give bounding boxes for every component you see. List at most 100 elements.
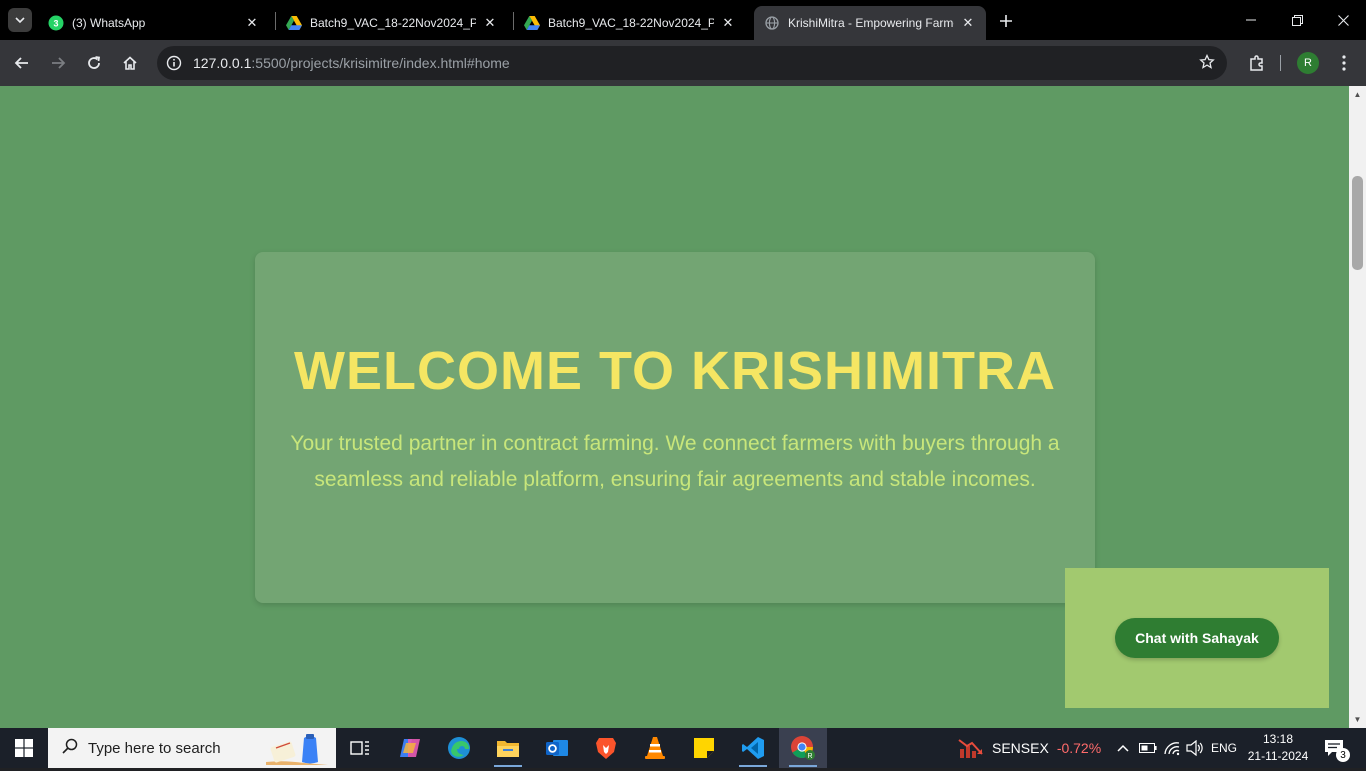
tab-drive-2[interactable]: Batch9_VAC_18-22Nov2024_Pro ✕ bbox=[514, 6, 746, 40]
show-hidden-icons-button[interactable] bbox=[1114, 728, 1132, 768]
extensions-button[interactable] bbox=[1243, 49, 1271, 77]
whatsapp-icon: 3 bbox=[48, 15, 64, 31]
clock-date: 21-11-2024 bbox=[1247, 749, 1309, 763]
chevron-up-icon bbox=[1117, 744, 1129, 752]
windows-taskbar: Type here to search R SENSEX -0.72% ENG … bbox=[0, 728, 1366, 768]
edge-icon bbox=[448, 737, 470, 759]
chat-with-sahayak-button[interactable]: Chat with Sahayak bbox=[1115, 618, 1279, 658]
google-drive-icon bbox=[524, 15, 540, 31]
system-clock[interactable]: 13:18 21-11-2024 bbox=[1244, 731, 1312, 765]
tab-search-button[interactable] bbox=[8, 8, 32, 32]
vscode-icon bbox=[742, 737, 764, 759]
url-text: 127.0.0.1:5500/projects/krisimitre/index… bbox=[193, 55, 510, 71]
wifi-icon[interactable] bbox=[1162, 728, 1182, 768]
restore-icon bbox=[1291, 14, 1303, 26]
address-bar[interactable]: 127.0.0.1:5500/projects/krisimitre/index… bbox=[157, 46, 1227, 80]
svg-text:R: R bbox=[807, 753, 812, 760]
back-button[interactable] bbox=[8, 49, 36, 77]
url-path: :5500/projects/krisimitre/index.html#hom… bbox=[251, 55, 510, 71]
close-icon[interactable]: ✕ bbox=[482, 15, 498, 31]
search-placeholder: Type here to search bbox=[88, 739, 221, 757]
taskbar-edge[interactable] bbox=[435, 728, 483, 768]
chrome-icon: R bbox=[791, 736, 815, 760]
notification-center-button[interactable]: 3 bbox=[1322, 736, 1350, 762]
bookmark-star-icon[interactable] bbox=[1199, 53, 1215, 75]
taskbar-file-explorer[interactable] bbox=[484, 728, 532, 768]
volume-icon[interactable] bbox=[1185, 728, 1205, 768]
globe-icon bbox=[764, 15, 780, 31]
hero-subtitle: Your trusted partner in contract farming… bbox=[290, 432, 1060, 491]
tab-drive-1[interactable]: Batch9_VAC_18-22Nov2024_Pro ✕ bbox=[276, 6, 508, 40]
tab-title: Batch9_VAC_18-22Nov2024_Pro bbox=[548, 16, 714, 30]
file-explorer-icon bbox=[497, 741, 519, 757]
chat-widget: Chat with Sahayak bbox=[1065, 568, 1329, 708]
home-icon bbox=[123, 56, 137, 70]
plus-icon bbox=[1000, 15, 1012, 27]
whatsapp-badge: 3 bbox=[53, 19, 58, 29]
more-vertical-icon bbox=[1342, 55, 1346, 71]
taskbar-copilot[interactable] bbox=[386, 728, 434, 768]
close-window-button[interactable] bbox=[1320, 6, 1366, 34]
taskbar-vlc[interactable] bbox=[631, 728, 679, 768]
scroll-down-arrow-icon[interactable]: ▼ bbox=[1349, 711, 1366, 728]
restore-button[interactable] bbox=[1274, 6, 1320, 34]
task-view-icon bbox=[350, 741, 369, 755]
page-viewport: WELCOME TO KRISHIMITRA Your trusted part… bbox=[0, 86, 1349, 728]
google-drive-icon bbox=[286, 15, 302, 31]
windows-logo-icon bbox=[15, 739, 33, 757]
hero-title: WELCOME TO KRISHIMITRA bbox=[294, 341, 1056, 401]
close-icon[interactable]: ✕ bbox=[720, 15, 736, 31]
vlc-icon bbox=[645, 737, 665, 759]
search-highlight-illustration-icon bbox=[264, 732, 330, 766]
clock-time: 13:18 bbox=[1262, 732, 1294, 746]
hero-card: WELCOME TO KRISHIMITRA Your trusted part… bbox=[255, 252, 1095, 603]
stock-down-chart-icon bbox=[958, 739, 983, 758]
minimize-icon bbox=[1246, 19, 1256, 21]
tab-krishimitra[interactable]: KrishiMitra - Empowering Farme ✕ bbox=[754, 6, 986, 40]
home-button[interactable] bbox=[116, 49, 144, 77]
notification-count-badge: 3 bbox=[1336, 748, 1350, 762]
tab-title: KrishiMitra - Empowering Farme bbox=[788, 16, 954, 30]
scroll-up-arrow-icon[interactable]: ▲ bbox=[1349, 86, 1366, 103]
profile-avatar[interactable]: R bbox=[1297, 52, 1319, 74]
browser-menu-button[interactable] bbox=[1330, 49, 1358, 77]
page-scrollbar[interactable]: ▲ ▼ bbox=[1349, 86, 1366, 728]
minimize-button[interactable] bbox=[1228, 6, 1274, 34]
reload-icon bbox=[88, 56, 101, 69]
sticky-notes-icon bbox=[694, 738, 714, 758]
puzzle-icon bbox=[1250, 55, 1263, 71]
close-icon bbox=[1337, 14, 1349, 26]
tab-title: Batch9_VAC_18-22Nov2024_Pro bbox=[310, 16, 476, 30]
close-icon[interactable]: ✕ bbox=[960, 15, 976, 31]
start-button[interactable] bbox=[0, 728, 48, 768]
browser-toolbar: 127.0.0.1:5500/projects/krisimitre/index… bbox=[0, 40, 1366, 86]
taskbar-outlook[interactable] bbox=[533, 728, 581, 768]
brave-icon bbox=[596, 738, 616, 759]
taskbar-brave[interactable] bbox=[582, 728, 630, 768]
arrow-left-icon bbox=[14, 57, 28, 69]
search-icon bbox=[62, 738, 78, 759]
taskbar-chrome[interactable]: R bbox=[779, 728, 827, 768]
site-info-icon[interactable] bbox=[159, 55, 189, 71]
sensex-widget[interactable]: SENSEX -0.72% bbox=[958, 728, 1101, 768]
close-icon[interactable]: ✕ bbox=[244, 15, 260, 31]
taskbar-vscode[interactable] bbox=[729, 728, 777, 768]
taskbar-task-view[interactable] bbox=[336, 728, 384, 768]
toolbar-divider bbox=[1280, 55, 1281, 71]
sensex-label: SENSEX bbox=[992, 740, 1049, 756]
reload-button[interactable] bbox=[80, 49, 108, 77]
tab-whatsapp[interactable]: 3 (3) WhatsApp ✕ bbox=[38, 6, 270, 40]
url-host: 127.0.0.1 bbox=[193, 55, 252, 71]
new-tab-button[interactable] bbox=[994, 9, 1018, 33]
arrow-right-icon bbox=[52, 57, 66, 69]
language-indicator[interactable]: ENG bbox=[1208, 728, 1240, 768]
chevron-down-icon bbox=[15, 17, 25, 24]
tab-title: (3) WhatsApp bbox=[72, 16, 146, 30]
copilot-icon bbox=[400, 739, 420, 757]
forward-button[interactable] bbox=[44, 49, 72, 77]
scrollbar-thumb[interactable] bbox=[1352, 176, 1363, 270]
taskbar-sticky-notes[interactable] bbox=[680, 728, 728, 768]
battery-icon[interactable] bbox=[1138, 728, 1158, 768]
taskbar-search-box[interactable]: Type here to search bbox=[48, 728, 336, 768]
outlook-icon bbox=[546, 740, 568, 756]
